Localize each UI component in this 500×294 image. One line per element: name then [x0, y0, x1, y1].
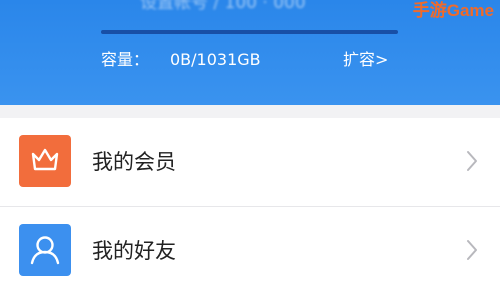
storage-progress-bar	[101, 30, 398, 34]
chevron-right-icon	[465, 239, 479, 261]
crown-icon	[19, 135, 71, 187]
menu-item-label: 我的会员	[92, 150, 176, 174]
capacity-value: 0B/1031GB	[170, 50, 261, 69]
capacity-label: 容量：	[101, 50, 150, 69]
friend-icon	[19, 224, 71, 276]
chevron-right-icon	[465, 150, 479, 172]
expand-storage-link[interactable]: 扩容>	[343, 49, 388, 71]
watermark: 手游Game	[412, 1, 494, 20]
menu-list: 我的会员 我的好友	[0, 118, 500, 294]
menu-item-label: 我的好友	[92, 239, 176, 263]
header-top-text: 设置帐号 / 100 · 000	[140, 0, 306, 10]
menu-item-membership[interactable]: 我的会员	[0, 118, 500, 206]
